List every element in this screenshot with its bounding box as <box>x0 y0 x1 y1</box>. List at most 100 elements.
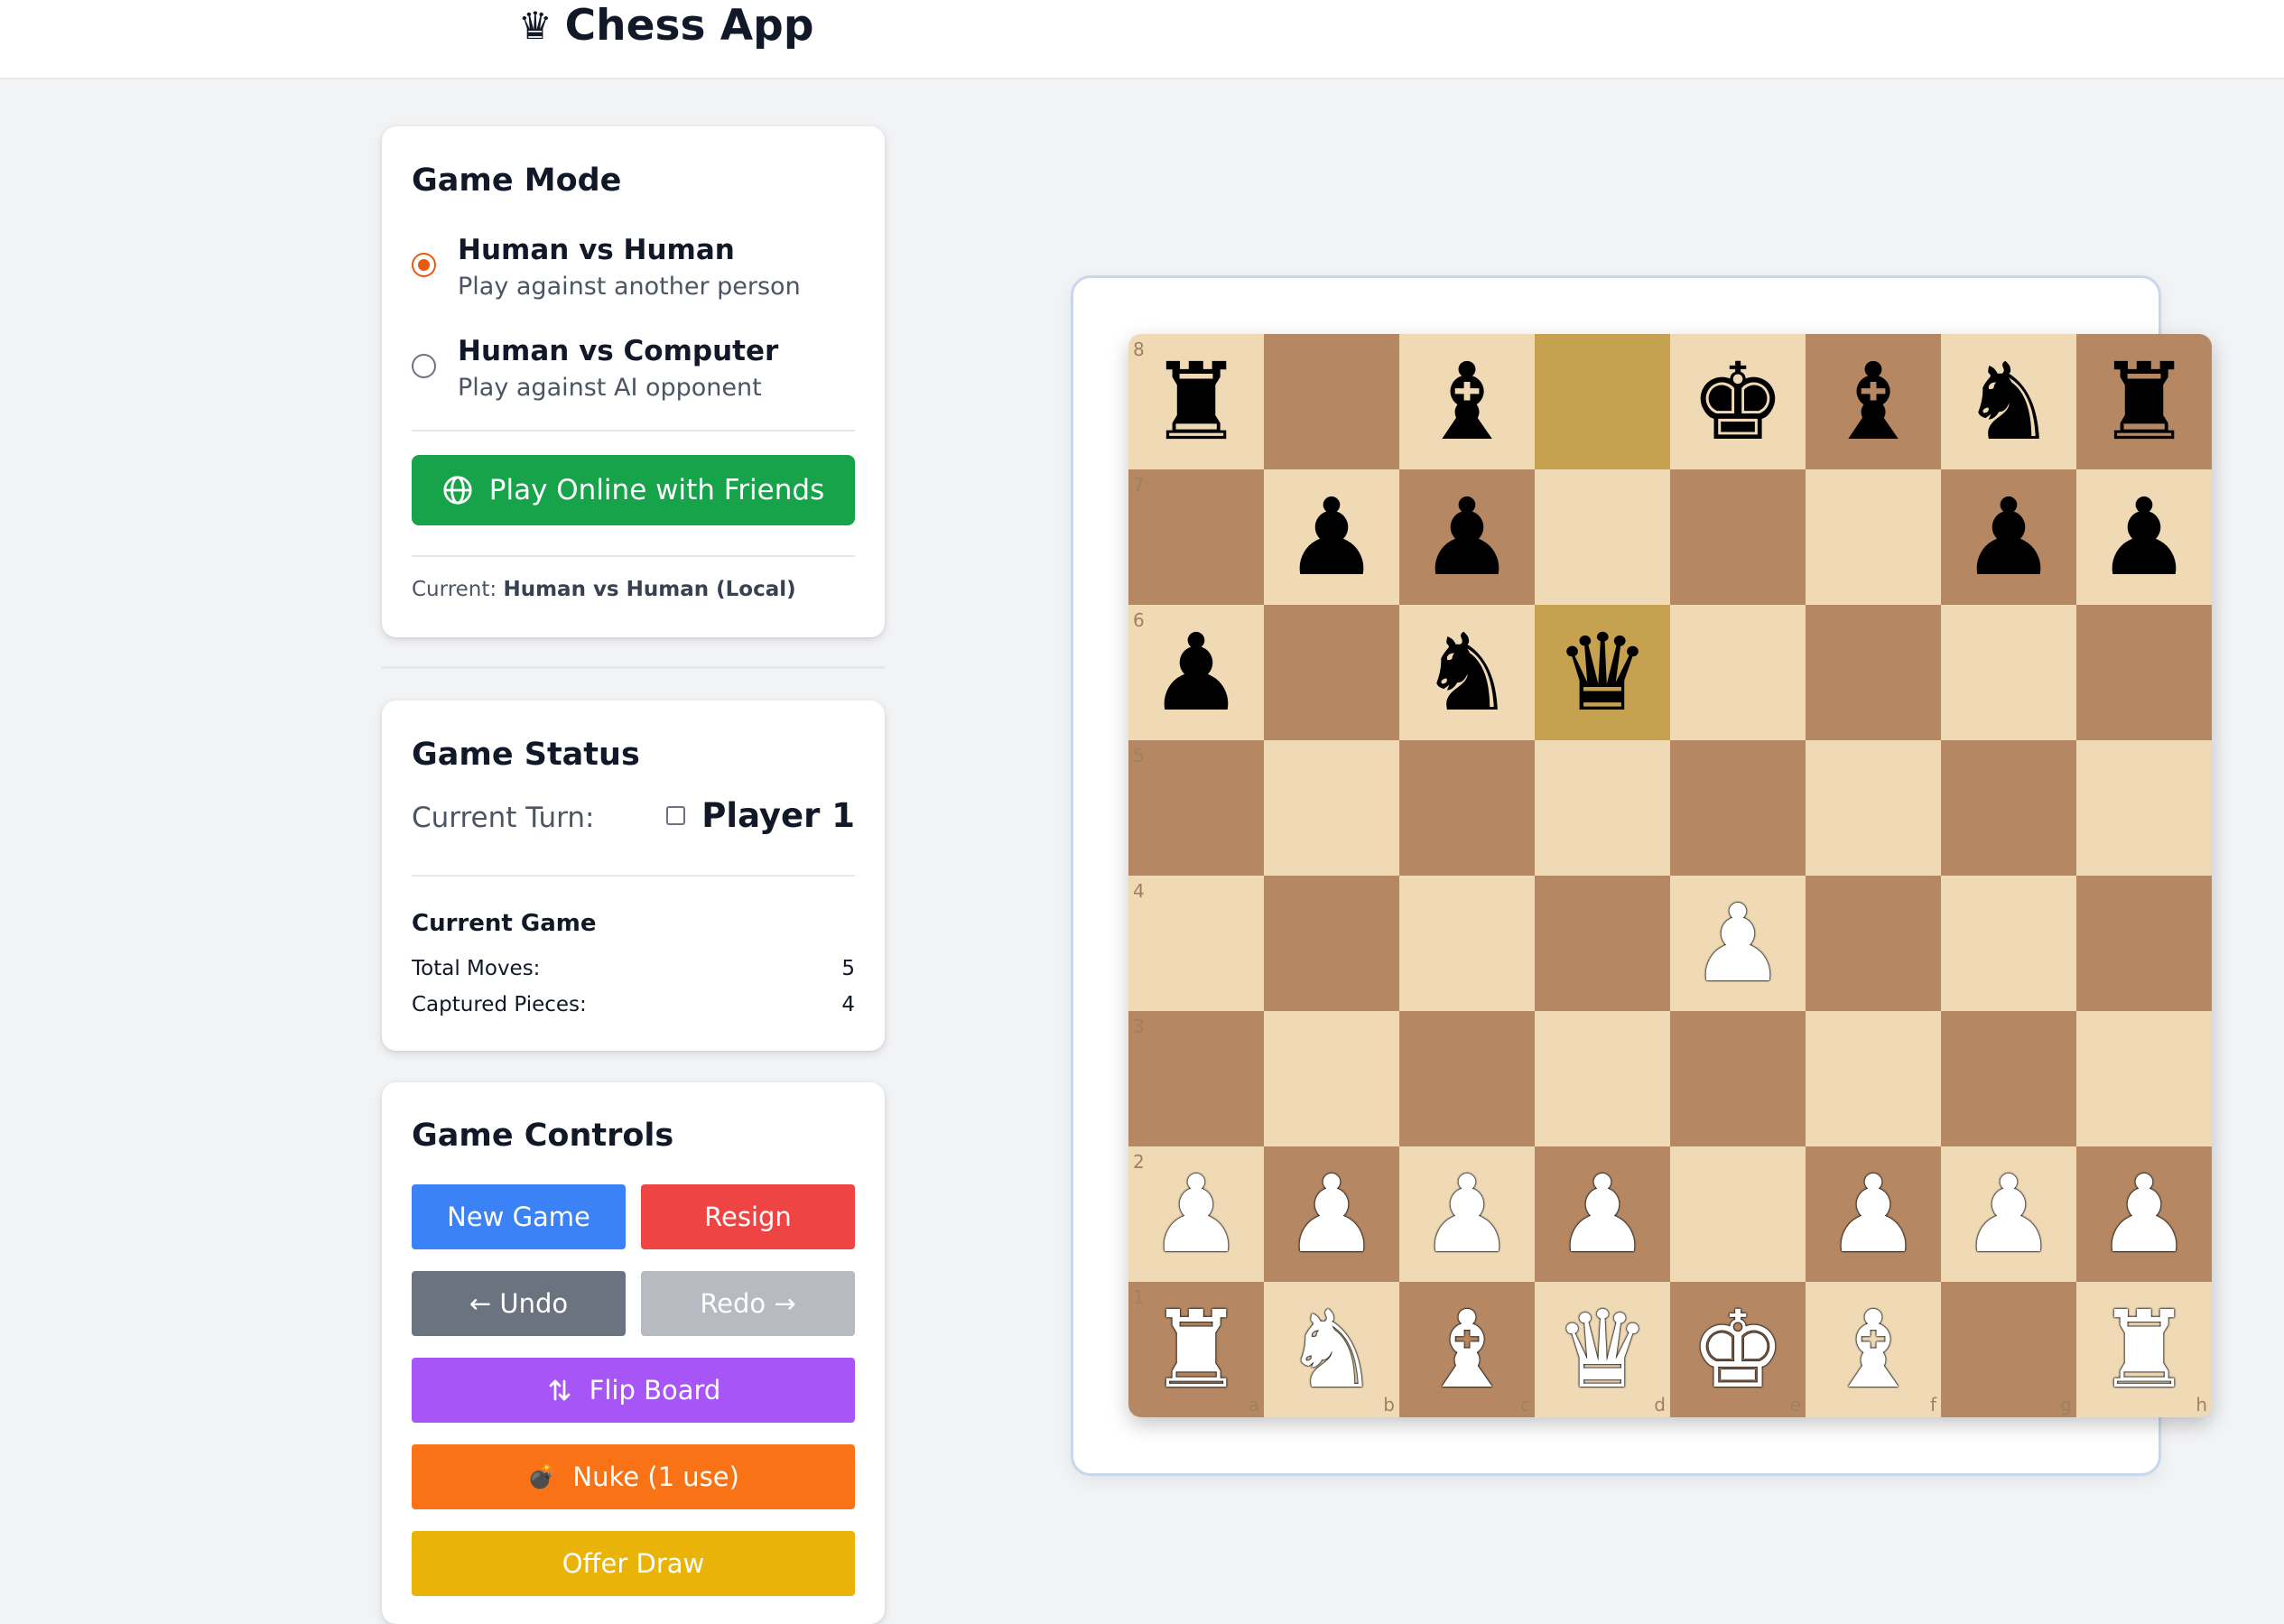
square-f1[interactable]: f ♝ <box>1806 1282 1941 1417</box>
square-h3[interactable] <box>2076 1011 2212 1146</box>
black-pawn-icon[interactable]: ♟ <box>1419 484 1515 590</box>
square-g8[interactable]: ♞ <box>1941 334 2076 469</box>
square-a5[interactable]: 5 <box>1128 740 1264 876</box>
black-pawn-icon[interactable]: ♟ <box>1961 484 2057 590</box>
white-knight-icon[interactable]: ♞ <box>1284 1296 1379 1403</box>
square-h5[interactable] <box>2076 740 2212 876</box>
square-g2[interactable]: ♟ <box>1941 1146 2076 1282</box>
white-pawn-icon[interactable]: ♟ <box>2096 1161 2192 1267</box>
square-a2[interactable]: 2 ♟ <box>1128 1146 1264 1282</box>
square-h7[interactable]: ♟ <box>2076 469 2212 605</box>
square-g6[interactable] <box>1941 605 2076 740</box>
square-f5[interactable] <box>1806 740 1941 876</box>
white-bishop-icon[interactable]: ♝ <box>1825 1296 1921 1403</box>
square-c6[interactable]: ♞ <box>1399 605 1535 740</box>
black-bishop-icon[interactable]: ♝ <box>1419 348 1515 455</box>
undo-button[interactable]: ← Undo <box>412 1271 626 1336</box>
square-d7[interactable] <box>1535 469 1670 605</box>
square-d8[interactable] <box>1535 334 1670 469</box>
square-f3[interactable] <box>1806 1011 1941 1146</box>
square-f6[interactable] <box>1806 605 1941 740</box>
mode-option-human-vs-human[interactable]: Human vs Human Play against another pers… <box>412 234 855 315</box>
new-game-button[interactable]: New Game <box>412 1184 626 1249</box>
white-king-icon[interactable]: ♚ <box>1690 1296 1786 1403</box>
square-h2[interactable]: ♟ <box>2076 1146 2212 1282</box>
black-king-icon[interactable]: ♚ <box>1690 348 1786 455</box>
square-f4[interactable] <box>1806 876 1941 1011</box>
square-h6[interactable] <box>2076 605 2212 740</box>
square-b3[interactable] <box>1264 1011 1399 1146</box>
square-e5[interactable] <box>1670 740 1806 876</box>
square-b5[interactable] <box>1264 740 1399 876</box>
nuke-button[interactable]: 💣 Nuke (1 use) <box>412 1444 855 1509</box>
play-online-button[interactable]: Play Online with Friends <box>412 455 855 525</box>
offer-draw-button[interactable]: Offer Draw <box>412 1531 855 1596</box>
square-d6[interactable]: ♛ <box>1535 605 1670 740</box>
square-h4[interactable] <box>2076 876 2212 1011</box>
square-d1[interactable]: d ♛ <box>1535 1282 1670 1417</box>
white-bishop-icon[interactable]: ♝ <box>1419 1296 1515 1403</box>
white-rook-icon[interactable]: ♜ <box>1148 1296 1244 1403</box>
square-a4[interactable]: 4 <box>1128 876 1264 1011</box>
white-pawn-icon[interactable]: ♟ <box>1284 1161 1379 1267</box>
square-b2[interactable]: ♟ <box>1264 1146 1399 1282</box>
square-c7[interactable]: ♟ <box>1399 469 1535 605</box>
square-b4[interactable] <box>1264 876 1399 1011</box>
white-pawn-icon[interactable]: ♟ <box>1419 1161 1515 1267</box>
square-a1[interactable]: 1 a ♜ <box>1128 1282 1264 1417</box>
square-b1[interactable]: b ♞ <box>1264 1282 1399 1417</box>
square-d2[interactable]: ♟ <box>1535 1146 1670 1282</box>
square-h8[interactable]: ♜ <box>2076 334 2212 469</box>
square-c4[interactable] <box>1399 876 1535 1011</box>
white-queen-icon[interactable]: ♛ <box>1555 1296 1650 1403</box>
white-pawn-icon[interactable]: ♟ <box>1961 1161 2057 1267</box>
square-c8[interactable]: ♝ <box>1399 334 1535 469</box>
black-rook-icon[interactable]: ♜ <box>1148 348 1244 455</box>
square-e8[interactable]: ♚ <box>1670 334 1806 469</box>
black-knight-icon[interactable]: ♞ <box>1419 619 1515 726</box>
square-b6[interactable] <box>1264 605 1399 740</box>
white-pawn-icon[interactable]: ♟ <box>1825 1161 1921 1267</box>
square-g5[interactable] <box>1941 740 2076 876</box>
square-e4[interactable]: ♟ <box>1670 876 1806 1011</box>
mode-option-human-vs-computer[interactable]: Human vs Computer Play against AI oppone… <box>412 335 855 416</box>
square-f2[interactable]: ♟ <box>1806 1146 1941 1282</box>
square-g1[interactable]: g <box>1941 1282 2076 1417</box>
white-pawn-icon[interactable]: ♟ <box>1690 890 1786 997</box>
square-a7[interactable]: 7 <box>1128 469 1264 605</box>
square-f7[interactable] <box>1806 469 1941 605</box>
white-pawn-icon[interactable]: ♟ <box>1148 1161 1244 1267</box>
square-a3[interactable]: 3 <box>1128 1011 1264 1146</box>
square-e6[interactable] <box>1670 605 1806 740</box>
redo-button[interactable]: Redo → <box>641 1271 855 1336</box>
square-c5[interactable] <box>1399 740 1535 876</box>
black-bishop-icon[interactable]: ♝ <box>1825 348 1921 455</box>
square-a8[interactable]: 8 ♜ <box>1128 334 1264 469</box>
square-f8[interactable]: ♝ <box>1806 334 1941 469</box>
black-pawn-icon[interactable]: ♟ <box>1284 484 1379 590</box>
square-d4[interactable] <box>1535 876 1670 1011</box>
square-g7[interactable]: ♟ <box>1941 469 2076 605</box>
square-e3[interactable] <box>1670 1011 1806 1146</box>
square-e2[interactable] <box>1670 1146 1806 1282</box>
black-queen-icon[interactable]: ♛ <box>1555 619 1650 726</box>
square-d3[interactable] <box>1535 1011 1670 1146</box>
square-c1[interactable]: c ♝ <box>1399 1282 1535 1417</box>
resign-button[interactable]: Resign <box>641 1184 855 1249</box>
square-e7[interactable] <box>1670 469 1806 605</box>
black-knight-icon[interactable]: ♞ <box>1961 348 2057 455</box>
black-pawn-icon[interactable]: ♟ <box>1148 619 1244 726</box>
white-rook-icon[interactable]: ♜ <box>2096 1296 2192 1403</box>
square-b7[interactable]: ♟ <box>1264 469 1399 605</box>
square-g3[interactable] <box>1941 1011 2076 1146</box>
square-a6[interactable]: 6 ♟ <box>1128 605 1264 740</box>
square-c3[interactable] <box>1399 1011 1535 1146</box>
flip-board-button[interactable]: Flip Board <box>412 1358 855 1423</box>
radio-human-vs-computer[interactable] <box>412 354 436 378</box>
black-rook-icon[interactable]: ♜ <box>2096 348 2192 455</box>
white-pawn-icon[interactable]: ♟ <box>1555 1161 1650 1267</box>
square-c2[interactable]: ♟ <box>1399 1146 1535 1282</box>
black-pawn-icon[interactable]: ♟ <box>2096 484 2192 590</box>
radio-human-vs-human[interactable] <box>412 253 436 277</box>
square-h1[interactable]: h ♜ <box>2076 1282 2212 1417</box>
